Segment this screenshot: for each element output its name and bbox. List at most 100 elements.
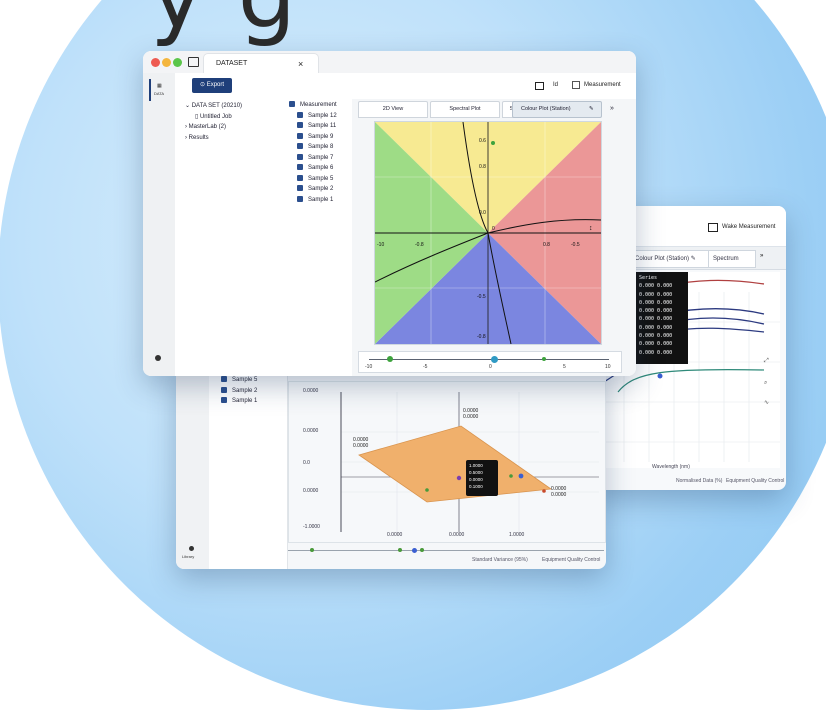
data-point [542,489,546,493]
tree-item[interactable]: › MasterLab (2) [175,122,285,133]
slider-handle[interactable] [420,548,424,552]
data-point [657,373,663,379]
slider-handle[interactable] [542,357,546,361]
list-item[interactable]: Sample 1 [285,195,352,206]
library-label: Library [182,554,195,559]
list-item[interactable]: Sample 9 [285,132,352,143]
list-item[interactable]: Sample 6 [285,163,352,174]
list-item[interactable]: Sample 2 [285,184,352,195]
list-item[interactable]: Sample 2 [209,386,287,397]
x-tick-label: 0 [492,226,495,232]
series-teal [617,368,765,393]
settings-icon[interactable] [155,355,161,361]
list-item[interactable]: Sample 8 [285,142,352,153]
list-item[interactable]: Sample 7 [285,153,352,164]
x-tick-label: -0.5 [571,242,580,248]
project-tree: ⌄ DATA SET (20210) ▯ Untitled Job › Mast… [175,99,286,376]
x-tick-label: -10 [377,242,384,248]
close-window-button[interactable] [151,58,160,67]
headline-fragment: y g [150,0,298,49]
maximize-window-button[interactable] [173,58,182,67]
tab-dataset[interactable]: DATASET × [203,53,319,74]
left-sidebar: ▦ DATA [143,73,176,376]
export-icon: ⊙ [200,82,206,88]
edit-icon[interactable]: ✎ [589,102,594,117]
chevron-down-icon: ⌄ [185,103,192,109]
slider-handle[interactable] [412,548,417,553]
x-tick-label: 0.8 [543,242,550,248]
list-item[interactable]: Sample 5 [209,375,287,386]
tab-spectrum[interactable]: Spectrum [708,250,756,268]
mid-sample-list: Sample 5 Sample 2 Sample 1 [209,363,288,569]
list-item[interactable]: Sample 5 [285,174,352,185]
plot-area: 2D View Spectral Plot Sp Colour Plot (St… [352,99,636,376]
measurement-list: Measurement Sample 12 Sample 11 Sample 9… [285,99,353,376]
x-axis-title: Wavelength (nm) [652,464,690,470]
title-bar: DATASET × [143,51,636,74]
left-annotation: 0.0000 0.0000 [353,437,369,449]
slider-handle[interactable] [310,548,314,552]
main-toolbar: ⊙ Export Id Measurement [175,73,636,100]
close-tab-icon[interactable]: × [298,54,303,74]
slider-handle[interactable] [387,356,393,362]
measurement-checkbox[interactable] [572,81,580,89]
tab-2d-view[interactable]: 2D View [358,101,428,118]
main-window: DATASET × ▦ DATA ⊙ Export Id Measurement… [143,51,636,376]
scatter-svg [340,392,599,532]
grid-icon[interactable] [535,82,544,90]
toolbar-measurement-label: Measurement [584,82,621,88]
toolbar-label: Wake Measurement [722,224,776,230]
library-icon[interactable] [189,546,194,551]
scatter-plot: 0.0000 0.0000 0.0 0.0000 -1.0000 0.0000 0… [288,381,606,543]
scatter-tooltip: 1.0000 0.5000 0.0000 0.1000 [466,460,498,496]
y-tick-label: 0.6 [479,138,486,144]
data-icon: ▦ [157,83,162,89]
sidebar-item-data[interactable]: ▦ DATA [149,79,173,101]
tree-item[interactable]: ⌄ DATA SET (20210) [175,101,285,112]
colour-plot-svg: ↕ -10 -0.8 0 0.8 -0.5 0.8 0.6 0.0 -0.5 -… [374,121,602,345]
y-tick-label: 0.0 [479,210,486,216]
data-point [491,141,495,145]
tab-spectral-plot[interactable]: Spectral Plot [430,101,500,118]
tab-colour-plot[interactable]: Colour Plot (Station) ✎ [630,250,712,268]
slider-handle[interactable] [491,356,498,363]
measurement-header[interactable]: Measurement [285,100,352,111]
sidebar-toggle-icon[interactable] [188,57,199,67]
range-slider[interactable] [288,550,604,551]
expand-icon[interactable]: » [760,253,763,259]
colour-plot: ↕ -10 -0.8 0 0.8 -0.5 0.8 0.6 0.0 -0.5 -… [374,121,602,345]
toolbar-id-label: Id [553,82,559,88]
export-button[interactable]: ⊙ Export [192,78,233,93]
spectrum-tooltip: Series 0.000 0.000 0.000 0.000 0.000 0.000 0… [636,272,688,364]
tree-item[interactable]: › Results [175,133,285,144]
list-item[interactable]: Sample 11 [285,121,352,132]
spectrum-footer: Normalised Data (%) Equipment Quality Co… [676,478,785,484]
expand-icon[interactable]: » [610,105,614,112]
mid-sidebar: Library [176,363,210,569]
zoom-icon: ⤢ [764,357,769,364]
range-slider[interactable]: -10 -5 0 5 10 [358,351,622,373]
slider-handle[interactable] [398,548,402,552]
scatter-region [358,425,553,503]
y-tick-label: -0.8 [477,334,486,340]
data-point [456,475,462,481]
data-point [509,474,513,478]
tree-item[interactable]: ▯ Untitled Job [175,112,285,123]
minimize-window-button[interactable] [162,58,171,67]
list-item[interactable]: Sample 12 [285,111,352,122]
axis-end-label: ↕ [589,225,593,232]
colour-plot-popup[interactable]: Colour Plot (Station) ✎ [512,101,602,118]
y-tick-label: -0.5 [477,294,486,300]
x-tick-label: -0.8 [415,242,424,248]
data-point [425,488,429,492]
list-item[interactable]: Sample 1 [209,396,287,407]
search-icon: ⌕ [764,380,767,386]
pan-icon: ∿ [764,400,769,406]
y-tick-label: 0.8 [479,164,486,170]
window-icon[interactable] [708,223,718,232]
top-annotation: 0.0000 0.0000 [463,408,479,420]
edit-icon: ✎ [690,256,696,262]
scatter-window: Library Sample 5 Sample 2 Sample 1 0.000… [176,363,606,569]
scatter-footer: Standard Variance (95%) Equipment Qualit… [288,547,604,565]
right-annotation: 0.0000 0.0000 [551,486,567,498]
